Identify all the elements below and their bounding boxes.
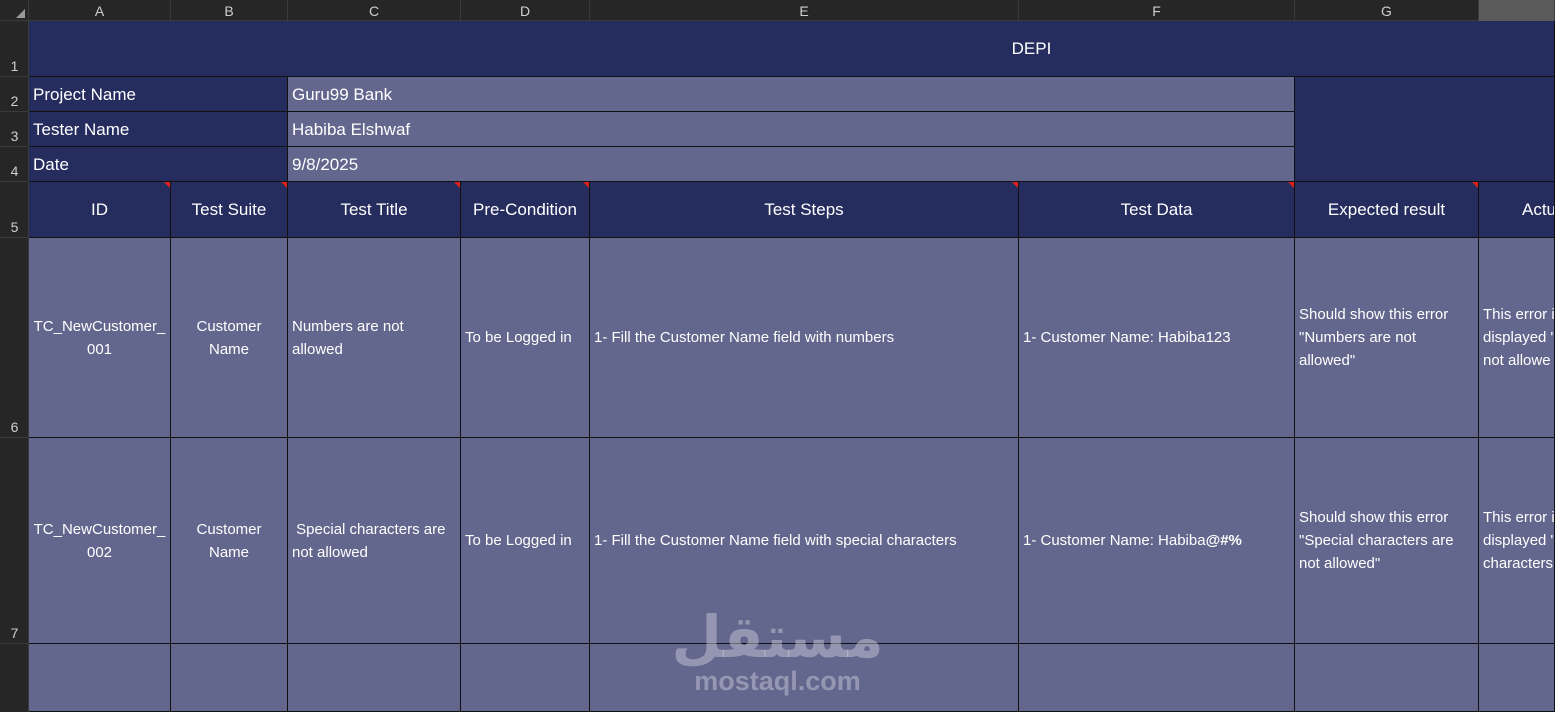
- tc1-actual[interactable]: This error i displayed " not allowe: [1479, 238, 1555, 438]
- header-actual-result[interactable]: Actu: [1479, 182, 1555, 238]
- row-header-bar: 1 2 3 4 5 6 7: [0, 21, 29, 712]
- header-id-text: ID: [91, 200, 108, 219]
- comment-indicator-icon: [1288, 182, 1294, 188]
- tc1-title[interactable]: Numbers are not allowed: [288, 238, 461, 438]
- header-test-title-text: Test Title: [340, 200, 408, 219]
- date-label[interactable]: Date: [29, 147, 288, 182]
- row8-cell-f[interactable]: [1019, 644, 1295, 712]
- select-all-icon: [16, 9, 25, 18]
- tc2-expected[interactable]: Should show this error "Special characte…: [1295, 438, 1479, 644]
- watermark-logo-latin: mostaql.com: [694, 665, 861, 696]
- header-pre-condition[interactable]: Pre-Condition: [461, 182, 590, 238]
- header-test-steps[interactable]: Test Steps: [590, 182, 1019, 238]
- row8-cell-a[interactable]: [29, 644, 171, 712]
- column-header-a[interactable]: A: [29, 0, 171, 21]
- tc2-precondition[interactable]: To be Logged in: [461, 438, 590, 644]
- row-header-6[interactable]: 6: [0, 238, 29, 438]
- row-header-2[interactable]: 2: [0, 77, 29, 112]
- tc1-data[interactable]: 1- Customer Name: Habiba123: [1019, 238, 1295, 438]
- tc2-actual[interactable]: This error i displayed " characters: [1479, 438, 1555, 644]
- tc1-precondition[interactable]: To be Logged in: [461, 238, 590, 438]
- select-all-corner[interactable]: [0, 0, 29, 21]
- row-header-1[interactable]: 1: [0, 21, 29, 77]
- row8-cell-d[interactable]: [461, 644, 590, 712]
- row8-cell-g[interactable]: [1295, 644, 1479, 712]
- row-header-4[interactable]: 4: [0, 147, 29, 182]
- header-id[interactable]: ID: [29, 182, 171, 238]
- tc2-id[interactable]: TC_NewCustomer_ 002: [29, 438, 171, 644]
- header-expected-result[interactable]: Expected result: [1295, 182, 1479, 238]
- date-value[interactable]: 9/8/2025: [288, 147, 1295, 182]
- row-header-5[interactable]: 5: [0, 182, 29, 238]
- row-header-3[interactable]: 3: [0, 112, 29, 147]
- comment-indicator-icon: [281, 182, 287, 188]
- row8-cell-h[interactable]: [1479, 644, 1555, 712]
- column-header-d[interactable]: D: [461, 0, 590, 21]
- column-header-c[interactable]: C: [288, 0, 461, 21]
- column-header-f[interactable]: F: [1019, 0, 1295, 21]
- banner-cell[interactable]: DEPI: [29, 21, 1555, 77]
- row8-cell-c[interactable]: [288, 644, 461, 712]
- header-test-data-text: Test Data: [1120, 200, 1193, 219]
- header-pre-condition-text: Pre-Condition: [473, 200, 577, 219]
- column-header-g[interactable]: G: [1295, 0, 1479, 21]
- tc2-title[interactable]: Special characters are not allowed: [288, 438, 461, 644]
- info-side-cell[interactable]: [1295, 77, 1555, 182]
- header-test-steps-text: Test Steps: [764, 200, 844, 219]
- project-name-label[interactable]: Project Name: [29, 77, 288, 112]
- row-header-7[interactable]: 7: [0, 438, 29, 644]
- comment-indicator-icon: [583, 182, 589, 188]
- column-header-b[interactable]: B: [171, 0, 288, 21]
- comment-indicator-icon: [454, 182, 460, 188]
- tester-name-label[interactable]: Tester Name: [29, 112, 288, 147]
- tc2-suite[interactable]: Customer Name: [171, 438, 288, 644]
- tc1-suite[interactable]: Customer Name: [171, 238, 288, 438]
- watermark-logo-arabic: مستقل: [671, 603, 884, 671]
- header-test-data[interactable]: Test Data: [1019, 182, 1295, 238]
- tester-name-value[interactable]: Habiba Elshwaf: [288, 112, 1295, 147]
- tc2-data[interactable]: 1- Customer Name: Habiba @#%: [1019, 438, 1295, 644]
- column-header-bar: A B C D E F G: [0, 0, 1555, 21]
- tc1-id[interactable]: TC_NewCustomer_ 001: [29, 238, 171, 438]
- tc1-steps[interactable]: 1- Fill the Customer Name field with num…: [590, 238, 1019, 438]
- tc2-data-text: 1- Customer Name: Habiba: [1023, 532, 1206, 549]
- column-header-e[interactable]: E: [590, 0, 1019, 21]
- header-test-suite-text: Test Suite: [191, 200, 267, 219]
- comment-indicator-icon: [164, 182, 170, 188]
- header-actual-result-text: Actu: [1522, 200, 1555, 219]
- tc2-data-special-chars: @#%: [1205, 532, 1242, 549]
- header-test-suite[interactable]: Test Suite: [171, 182, 288, 238]
- comment-indicator-icon: [1472, 182, 1478, 188]
- header-test-title[interactable]: Test Title: [288, 182, 461, 238]
- tc1-expected[interactable]: Should show this error "Numbers are not …: [1295, 238, 1479, 438]
- row8-cell-b[interactable]: [171, 644, 288, 712]
- comment-indicator-icon: [1012, 182, 1018, 188]
- banner-title: DEPI: [1011, 39, 1052, 58]
- column-header-h[interactable]: [1479, 0, 1555, 21]
- project-name-value[interactable]: Guru99 Bank: [288, 77, 1295, 112]
- header-expected-result-text: Expected result: [1327, 200, 1446, 219]
